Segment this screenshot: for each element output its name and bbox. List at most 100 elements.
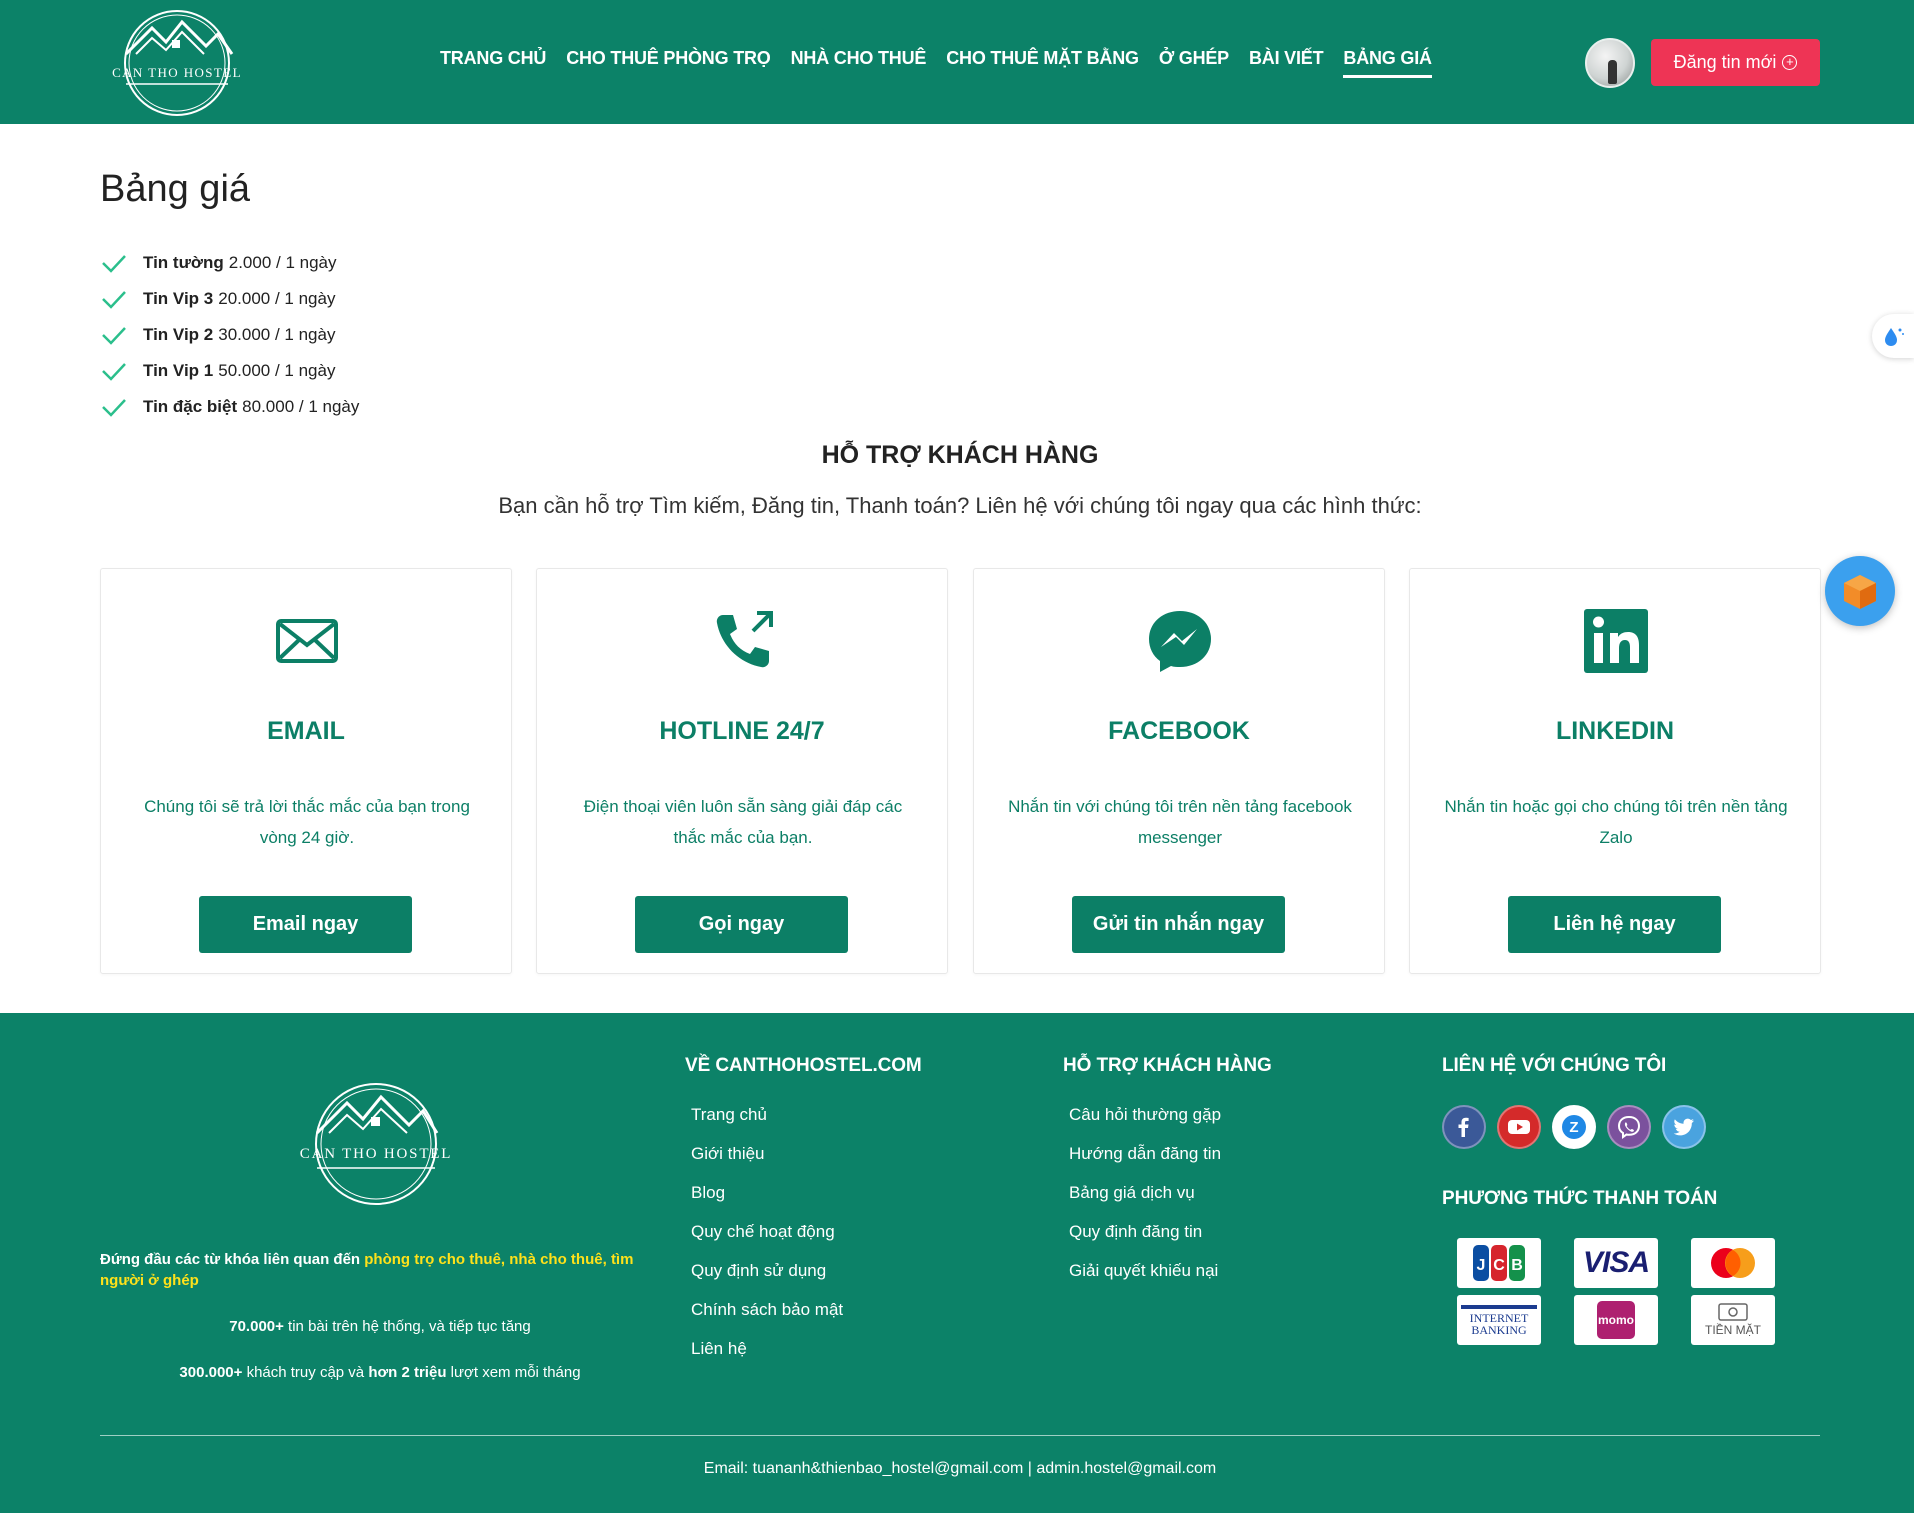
visa-logo: VISA <box>1574 1238 1658 1288</box>
internet-banking-text: INTERNET BANKING <box>1469 1310 1529 1337</box>
card-description: Nhắn tin với chúng tôi trên nền tảng fac… <box>1008 797 1352 847</box>
mastercard-logo <box>1691 1238 1775 1288</box>
price-list: Tin tường 2.000 / 1 ngày Tin Vip 3 20.00… <box>100 245 359 425</box>
footer-about-links: Trang chủ Giới thiệu Blog Quy chế hoạt đ… <box>691 1105 843 1378</box>
check-icon <box>102 399 126 417</box>
price-value: 20.000 / 1 ngày <box>218 289 336 308</box>
check-icon <box>102 291 126 309</box>
footer-link-posting-rules[interactable]: Quy định đăng tin <box>1069 1222 1221 1261</box>
nav-home[interactable]: TRANG CHỦ <box>440 48 546 78</box>
footer-link-terms[interactable]: Quy định sử dụng <box>691 1261 843 1300</box>
footer-link-privacy[interactable]: Chính sách bảo mật <box>691 1300 843 1339</box>
nav-posts[interactable]: BÀI VIẾT <box>1249 48 1324 78</box>
send-message-button[interactable]: Gửi tin nhắn ngay <box>1072 896 1285 953</box>
card-title: FACEBOOK <box>1108 717 1250 745</box>
post-new-button[interactable]: Đăng tin mới + <box>1651 39 1820 86</box>
footer-link-about[interactable]: Giới thiệu <box>691 1144 843 1183</box>
visa-text: VISA <box>1582 1246 1650 1279</box>
price-name: Tin Vip 1 <box>143 361 214 380</box>
footer-support-links: Câu hỏi thường gặp Hướng dẫn đăng tin Bả… <box>1069 1105 1221 1300</box>
footer-link-blog[interactable]: Blog <box>691 1183 843 1222</box>
footer-stat-visits: 300.000+ khách truy cập và hơn 2 triệu l… <box>100 1364 660 1381</box>
footer-contact-emails: Email: tuananh&thienbao_hostel@gmail.com… <box>703 1460 1217 1477</box>
cash-text: TIỀN MẶT <box>1705 1323 1761 1337</box>
price-item: Tin Vip 3 20.000 / 1 ngày <box>100 281 359 317</box>
about-separator: , <box>500 1251 510 1268</box>
nav-roommate[interactable]: Ở GHÉP <box>1159 48 1229 78</box>
price-value: 50.000 / 1 ngày <box>218 361 336 380</box>
nav-house-rent[interactable]: NHÀ CHO THUÊ <box>791 48 927 78</box>
email-now-button[interactable]: Email ngay <box>199 896 412 953</box>
twitter-icon[interactable] <box>1662 1105 1706 1149</box>
about-keyword[interactable]: nhà cho thuê <box>509 1251 602 1268</box>
about-separator: , <box>602 1251 611 1268</box>
price-item: Tin tường 2.000 / 1 ngày <box>100 245 359 281</box>
messenger-icon <box>1146 607 1214 675</box>
stat-text: lượt xem mỗi tháng <box>446 1364 581 1381</box>
footer-about-title: VỀ CANTHOHOSTEL.COM <box>685 1055 922 1076</box>
price-name: Tin Vip 2 <box>143 325 214 344</box>
footer-support-title: HỖ TRỢ KHÁCH HÀNG <box>1063 1055 1272 1076</box>
card-title: LINKEDIN <box>1555 717 1675 745</box>
jcb-logo: J C B <box>1457 1238 1541 1288</box>
footer-logo[interactable]: CAN THO HOSTEL <box>295 1081 457 1207</box>
footer-link-regulations[interactable]: Quy chế hoạt động <box>691 1222 843 1261</box>
check-icon <box>102 255 126 273</box>
viber-icon[interactable] <box>1607 1105 1651 1149</box>
social-links: Z <box>1442 1105 1706 1149</box>
footer-logo-text: CAN THO HOSTEL <box>299 1146 453 1162</box>
about-keyword[interactable]: phòng trọ cho thuê <box>364 1251 501 1268</box>
footer-divider <box>100 1435 1820 1436</box>
footer-link-posting-guide[interactable]: Hướng dẫn đăng tin <box>1069 1144 1221 1183</box>
main-nav: TRANG CHỦ CHO THUÊ PHÒNG TRỌ NHÀ CHO THU… <box>440 48 1432 78</box>
payment-methods: J C B VISA INTERNET BANKING momo TIỀN MẶ… <box>1457 1238 1775 1345</box>
page-title: Bảng giá <box>100 168 251 210</box>
footer-stat-posts: 70.000+ tin bài trên hệ thống, và tiếp t… <box>100 1318 660 1335</box>
payment-title: PHƯƠNG THỨC THANH TOÁN <box>1442 1188 1718 1209</box>
support-card-hotline: HOTLINE 24/7 Điện thoại viên luôn sẵn sà… <box>536 568 948 974</box>
water-drop-icon <box>1885 328 1904 346</box>
call-now-button[interactable]: Gọi ngay <box>635 896 848 953</box>
cash-logo: TIỀN MẶT <box>1691 1295 1775 1345</box>
card-title: HOTLINE 24/7 <box>659 717 825 745</box>
facebook-icon[interactable] <box>1442 1105 1486 1149</box>
momo-text: momo <box>1598 1313 1634 1327</box>
zalo-icon[interactable]: Z <box>1552 1105 1596 1149</box>
check-icon <box>102 327 126 345</box>
linkedin-icon <box>1582 607 1650 675</box>
support-subtitle: Bạn cần hỗ trợ Tìm kiếm, Đăng tin, Thanh… <box>498 493 1422 518</box>
support-card-linkedin: LINKEDIN Nhắn tin hoặc gọi cho chúng tôi… <box>1409 568 1821 974</box>
price-item: Tin Vip 1 50.000 / 1 ngày <box>100 353 359 389</box>
site-logo[interactable]: CAN THO HOSTEL <box>106 8 248 118</box>
user-avatar[interactable] <box>1585 38 1635 88</box>
youtube-icon[interactable] <box>1497 1105 1541 1149</box>
nav-room-rent[interactable]: CHO THUÊ PHÒNG TRỌ <box>566 48 771 78</box>
support-card-facebook: FACEBOOK Nhắn tin với chúng tôi trên nền… <box>973 568 1385 974</box>
price-item: Tin Vip 2 30.000 / 1 ngày <box>100 317 359 353</box>
logo-text: CAN THO HOSTEL <box>112 65 242 80</box>
stat-text: khách truy cập và <box>242 1364 369 1381</box>
card-title: EMAIL <box>267 717 345 745</box>
footer-link-home[interactable]: Trang chủ <box>691 1105 843 1144</box>
price-name: Tin Vip 3 <box>143 289 214 308</box>
check-icon <box>102 363 126 381</box>
price-item: Tin đặc biệt 80.000 / 1 ngày <box>100 389 359 425</box>
footer-link-contact[interactable]: Liên hệ <box>691 1339 843 1378</box>
footer-link-complaints[interactable]: Giải quyết khiếu nại <box>1069 1261 1221 1300</box>
water-drop-widget[interactable] <box>1872 314 1914 358</box>
footer-link-price-table[interactable]: Bảng giá dịch vụ <box>1069 1183 1221 1222</box>
footer-link-faq[interactable]: Câu hỏi thường gặp <box>1069 1105 1221 1144</box>
plus-circle-icon: + <box>1782 55 1798 70</box>
envelope-icon <box>273 607 341 675</box>
post-new-label: Đăng tin mới <box>1673 52 1777 72</box>
internet-banking-logo: INTERNET BANKING <box>1457 1295 1541 1345</box>
contact-now-button[interactable]: Liên hệ ngay <box>1508 896 1721 953</box>
stat-number: hơn 2 triệu <box>368 1364 447 1381</box>
price-name: Tin đặc biệt <box>143 397 238 416</box>
chat-widget-button[interactable] <box>1825 556 1895 626</box>
nav-pricing[interactable]: BẢNG GIÁ <box>1343 48 1432 78</box>
svg-text:B: B <box>1511 1257 1523 1274</box>
about-text: Đứng đầu các từ khóa liên quan đến <box>100 1251 365 1268</box>
nav-premises-rent[interactable]: CHO THUÊ MẶT BẰNG <box>946 48 1139 78</box>
momo-logo: momo <box>1574 1295 1658 1345</box>
